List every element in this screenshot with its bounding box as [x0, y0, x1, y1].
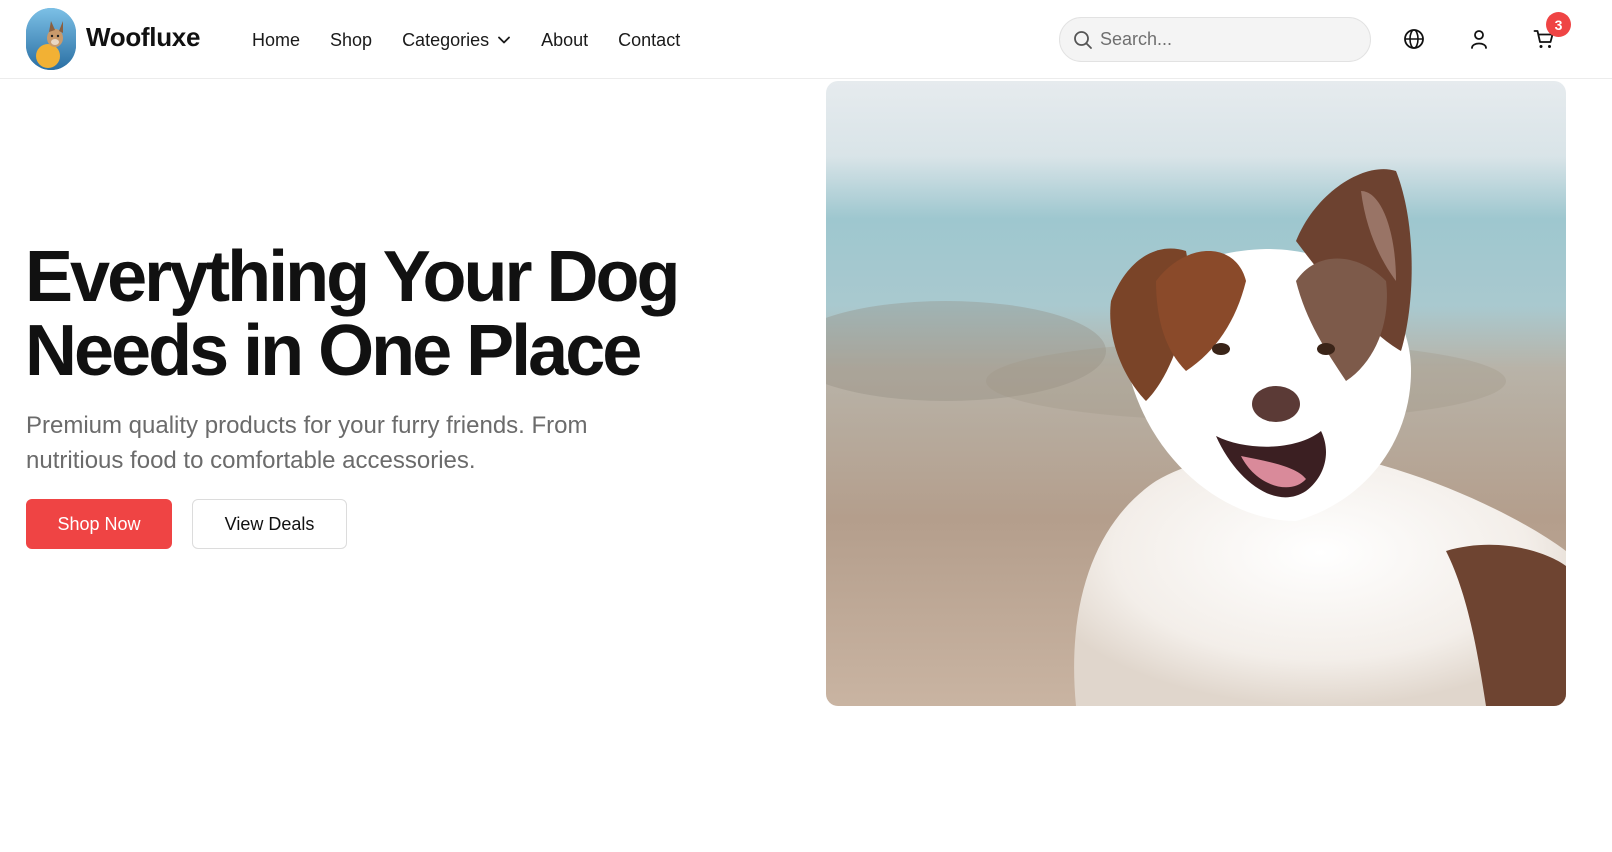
globe-icon[interactable]: [1402, 27, 1426, 51]
nav-about[interactable]: About: [541, 30, 588, 51]
nav-categories[interactable]: Categories: [402, 30, 511, 51]
nav-home-label: Home: [252, 29, 301, 50]
site-header: Woofluxe Home Shop Categories About Cont…: [0, 0, 1612, 79]
hero-dog-image: [826, 81, 1566, 706]
cart-count-badge: 3: [1546, 12, 1571, 37]
hero-title: Everything Your Dog Needs in One Place: [25, 240, 785, 388]
nav-about-label: About: [541, 29, 589, 50]
hero-subtitle: Premium quality products for your furry …: [26, 412, 588, 474]
search-input[interactable]: [1100, 18, 1360, 61]
nav-contact-label: Contact: [618, 29, 681, 50]
hero-title-line-2: Needs in One Place: [25, 311, 642, 391]
nav-shop-label: Shop: [330, 29, 373, 50]
search-icon: [1073, 30, 1093, 50]
brand-name[interactable]: Woofluxe: [86, 22, 200, 53]
nav-categories-label: Categories: [402, 29, 490, 50]
nav-contact[interactable]: Contact: [618, 30, 680, 51]
nav-shop[interactable]: Shop: [330, 30, 372, 51]
view-deals-button[interactable]: View Deals: [192, 499, 347, 549]
dog-logo-icon[interactable]: [26, 8, 76, 70]
shop-now-button[interactable]: Shop Now: [26, 499, 172, 549]
main-nav: Home Shop Categories About Contact: [252, 28, 710, 52]
hero-title-line-1: Everything Your Dog: [25, 237, 680, 317]
chevron-down-icon: [497, 33, 511, 47]
user-icon[interactable]: [1467, 27, 1491, 51]
nav-home[interactable]: Home: [252, 30, 300, 51]
search-bar: [1059, 17, 1371, 62]
